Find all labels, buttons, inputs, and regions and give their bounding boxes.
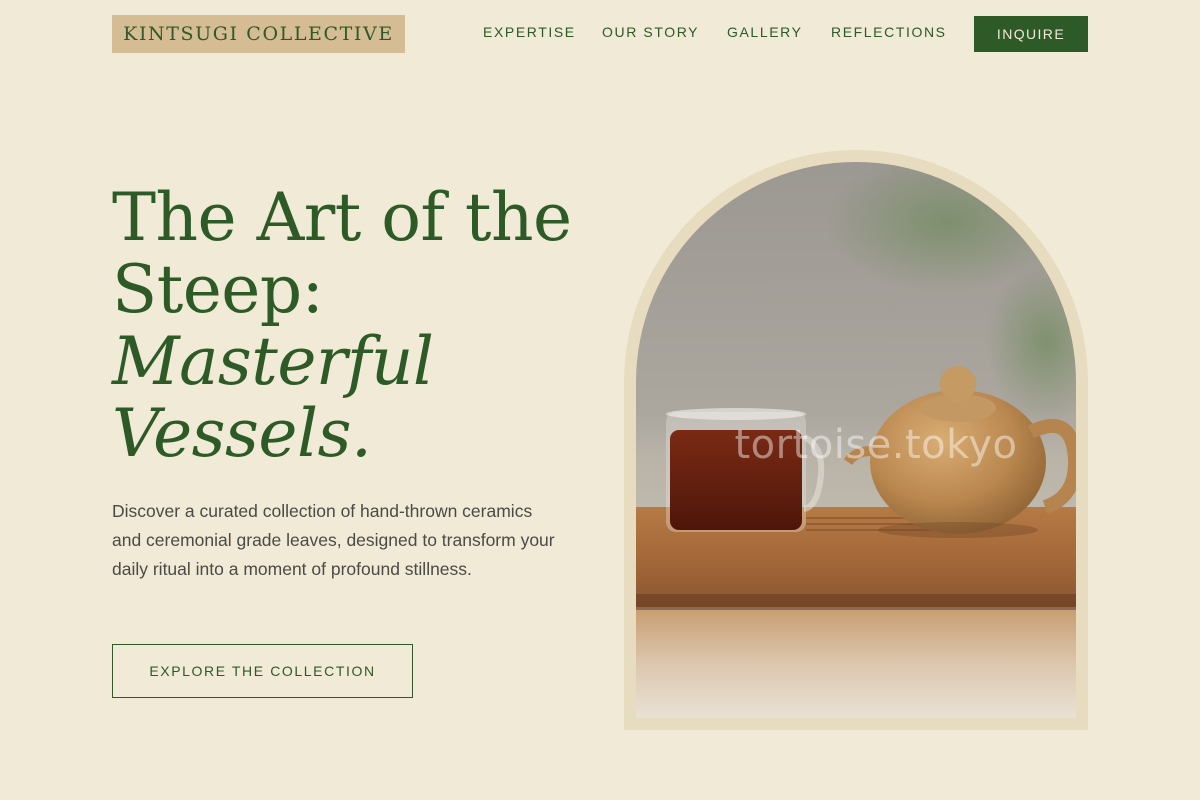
explore-collection-button[interactable]: EXPLORE THE COLLECTION	[112, 644, 413, 698]
hero-description: Discover a curated collection of hand-th…	[112, 501, 555, 579]
hero-image-frame: tortoise.tokyo	[624, 150, 1088, 730]
hero-title-line1: The Art of the	[112, 179, 572, 256]
image-watermark: tortoise.tokyo	[734, 422, 1018, 468]
hero-title-italic1: Masterful	[112, 323, 434, 400]
hero-title-line2: Steep:	[112, 251, 324, 328]
nav-our-story[interactable]: OUR STORY	[602, 24, 699, 40]
nav-expertise[interactable]: EXPERTISE	[483, 24, 576, 40]
hero-title-italic2: Vessels.	[112, 395, 372, 472]
inquire-button[interactable]: INQUIRE	[974, 16, 1088, 52]
brand-logo[interactable]: KINTSUGI COLLECTIVE	[112, 15, 405, 53]
tea-photo: tortoise.tokyo	[636, 162, 1076, 718]
hero-title: The Art of the Steep: Masterful Vessels.	[112, 182, 592, 470]
nav-reflections[interactable]: REFLECTIONS	[831, 24, 947, 40]
nav-gallery[interactable]: GALLERY	[727, 24, 803, 40]
